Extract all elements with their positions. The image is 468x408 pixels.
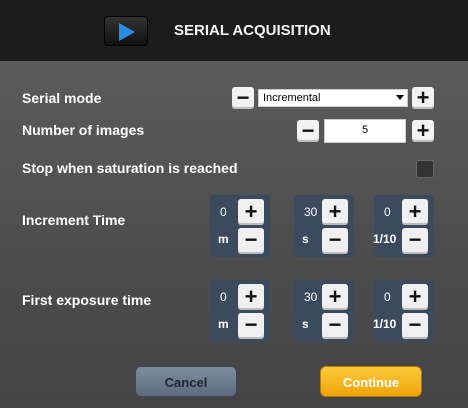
exposure-seconds-plus-button[interactable]: + — [322, 284, 348, 310]
increment-minutes-minus-button[interactable]: − — [238, 228, 264, 254]
dropdown-arrow-icon — [396, 95, 404, 100]
exposure-minutes-spinner: 0 m + − — [210, 280, 270, 342]
number-of-images-decrement-button[interactable]: − — [297, 120, 319, 142]
title-bar: SERIAL ACQUISITION — [0, 0, 468, 61]
exposure-seconds-minus-button[interactable]: − — [322, 313, 348, 339]
increment-seconds-unit: s — [302, 232, 309, 246]
increment-seconds-spinner: 30 s + − — [294, 195, 354, 257]
dialog-title: SERIAL ACQUISITION — [174, 22, 331, 39]
number-of-images-input[interactable]: 5 — [324, 119, 406, 143]
continue-button[interactable]: Continue — [320, 366, 422, 397]
cancel-button[interactable]: Cancel — [135, 366, 237, 397]
stop-saturation-label: Stop when saturation is reached — [22, 160, 238, 176]
serial-mode-label: Serial mode — [22, 90, 102, 106]
exposure-tenths-value: 0 — [384, 290, 391, 304]
exposure-tenths-minus-button[interactable]: − — [402, 313, 428, 339]
increment-time-label: Increment Time — [22, 212, 126, 228]
increment-minutes-unit: m — [218, 232, 229, 246]
exposure-minutes-value: 0 — [220, 290, 227, 304]
increment-seconds-value: 30 — [304, 205, 318, 219]
serial-mode-prev-button[interactable]: − — [232, 87, 254, 109]
number-of-images-increment-button[interactable]: + — [412, 120, 434, 142]
first-exposure-time-label: First exposure time — [22, 292, 152, 308]
increment-tenths-plus-button[interactable]: + — [402, 199, 428, 225]
exposure-minutes-unit: m — [218, 317, 229, 331]
increment-minutes-spinner: 0 m + − — [210, 195, 270, 257]
play-icon — [119, 23, 135, 41]
number-of-images-label: Number of images — [22, 122, 145, 138]
play-button[interactable] — [104, 16, 148, 46]
exposure-tenths-unit: 1/10 — [373, 317, 397, 331]
stop-saturation-checkbox[interactable] — [416, 160, 434, 178]
serial-mode-select[interactable]: Incremental — [258, 89, 408, 107]
increment-minutes-plus-button[interactable]: + — [238, 199, 264, 225]
serial-mode-next-button[interactable]: + — [412, 87, 434, 109]
exposure-seconds-unit: s — [302, 317, 309, 331]
increment-seconds-plus-button[interactable]: + — [322, 199, 348, 225]
exposure-seconds-value: 30 — [304, 290, 318, 304]
exposure-seconds-spinner: 30 s + − — [294, 280, 354, 342]
exposure-tenths-plus-button[interactable]: + — [402, 284, 428, 310]
exposure-minutes-minus-button[interactable]: − — [238, 313, 264, 339]
increment-tenths-minus-button[interactable]: − — [402, 228, 428, 254]
exposure-minutes-plus-button[interactable]: + — [238, 284, 264, 310]
serial-mode-value: Incremental — [263, 92, 321, 104]
increment-minutes-value: 0 — [220, 205, 227, 219]
increment-tenths-value: 0 — [384, 205, 391, 219]
increment-seconds-minus-button[interactable]: − — [322, 228, 348, 254]
exposure-tenths-spinner: 0 1/10 + − — [373, 280, 434, 342]
increment-tenths-spinner: 0 1/10 + − — [373, 195, 434, 257]
increment-tenths-unit: 1/10 — [373, 232, 397, 246]
